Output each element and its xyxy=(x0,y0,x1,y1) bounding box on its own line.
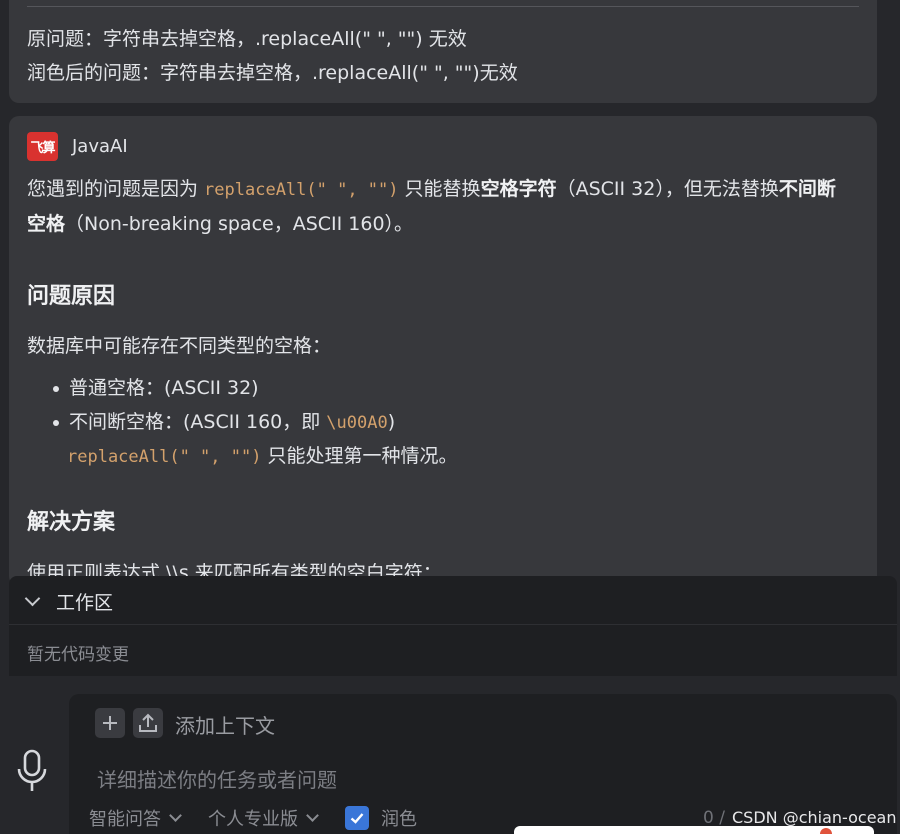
polish-checkbox[interactable] xyxy=(345,806,369,830)
text-span: （Non-breaking space，ASCII 160）。 xyxy=(65,213,414,235)
assistant-name: JavaAI xyxy=(72,135,128,157)
text-span: ) xyxy=(387,411,396,433)
answer-header: 飞算 JavaAI xyxy=(27,131,128,161)
mode-select[interactable]: 智能问答 xyxy=(89,805,182,831)
polish-label: 润色 xyxy=(381,809,417,830)
list-continuation: replaceAll(" ", "") 只能处理第一种情况。 xyxy=(67,439,853,474)
paragraph-types: 数据库中可能存在不同类型的空格： xyxy=(27,335,332,357)
watermark: CSDN @chian-ocean xyxy=(732,808,897,827)
add-context-button[interactable] xyxy=(95,708,125,738)
bold-text: 空格字符 xyxy=(480,178,557,200)
list-item: 不间断空格：(ASCII 160，即 \u00A0) xyxy=(53,405,853,440)
chat-page: 原问题：字符串去掉空格，.replaceAll(" ", "") 无效 润色后的… xyxy=(0,0,900,834)
polished-question: 润色后的问题：字符串去掉空格，.replaceAll(" ", "")无效 xyxy=(27,62,518,84)
chat-input-box[interactable]: 添加上下文 详细描述你的任务或者问题 智能问答 个人专业版 润色 0 / CSD… xyxy=(69,694,897,834)
chevron-down-icon xyxy=(24,590,41,606)
notification-dot xyxy=(820,828,832,834)
divider xyxy=(27,6,859,7)
inline-code: replaceAll(" ", "") xyxy=(204,180,399,200)
task-input[interactable]: 详细描述你的任务或者问题 xyxy=(97,764,337,793)
plus-icon xyxy=(103,716,117,730)
edition-select[interactable]: 个人专业版 xyxy=(208,805,319,831)
upload-button[interactable] xyxy=(133,708,163,738)
text-span: （ASCII 32），但无法替换 xyxy=(556,178,779,200)
bullet-icon xyxy=(53,419,59,426)
inline-code: \u00A0 xyxy=(326,413,388,433)
answer-paragraph: 您遇到的问题是因为 replaceAll(" ", "") 只能替换空格字符（A… xyxy=(27,172,853,241)
chevron-down-icon xyxy=(306,809,319,822)
question-card: 原问题：字符串去掉空格，.replaceAll(" ", "") 无效 润色后的… xyxy=(9,0,877,103)
bullet-icon xyxy=(53,385,59,392)
text-span: 只能替换 xyxy=(398,178,481,200)
text-span: 不间断空格：(ASCII 160，即 xyxy=(69,411,327,433)
answer-card: 飞算 JavaAI 您遇到的问题是因为 replaceAll(" ", "") … xyxy=(9,116,877,586)
workspace-title: 工作区 xyxy=(56,591,114,614)
workspace-empty-text: 暂无代码变更 xyxy=(27,645,129,665)
divider xyxy=(9,624,897,625)
heading-solution: 解决方案 xyxy=(27,510,116,535)
edition-label: 个人专业版 xyxy=(208,809,298,830)
list-item: 普通空格：(ASCII 32) xyxy=(53,371,853,405)
heading-cause: 问题原因 xyxy=(27,284,116,309)
text-span: 普通空格：(ASCII 32) xyxy=(69,377,259,399)
original-question: 原问题：字符串去掉空格，.replaceAll(" ", "") 无效 xyxy=(27,28,467,50)
char-counter: 0 / xyxy=(703,808,725,828)
text-span: 您遇到的问题是因为 xyxy=(27,178,205,200)
upload-icon xyxy=(139,713,157,732)
mode-label: 智能问答 xyxy=(89,809,161,830)
add-context-label[interactable]: 添加上下文 xyxy=(175,710,275,739)
chevron-down-icon xyxy=(169,809,182,822)
microphone-icon[interactable] xyxy=(16,749,48,793)
input-toolbar: 智能问答 个人专业版 润色 xyxy=(89,804,417,832)
inline-code: replaceAll(" ", "") xyxy=(67,447,262,467)
text-span: 只能处理第一种情况。 xyxy=(261,445,458,467)
feisuan-logo: 飞算 xyxy=(27,131,58,161)
workspace-toggle[interactable]: 工作区 xyxy=(24,588,114,614)
workspace-panel: 工作区 暂无代码变更 xyxy=(9,576,897,676)
check-icon xyxy=(350,813,364,824)
